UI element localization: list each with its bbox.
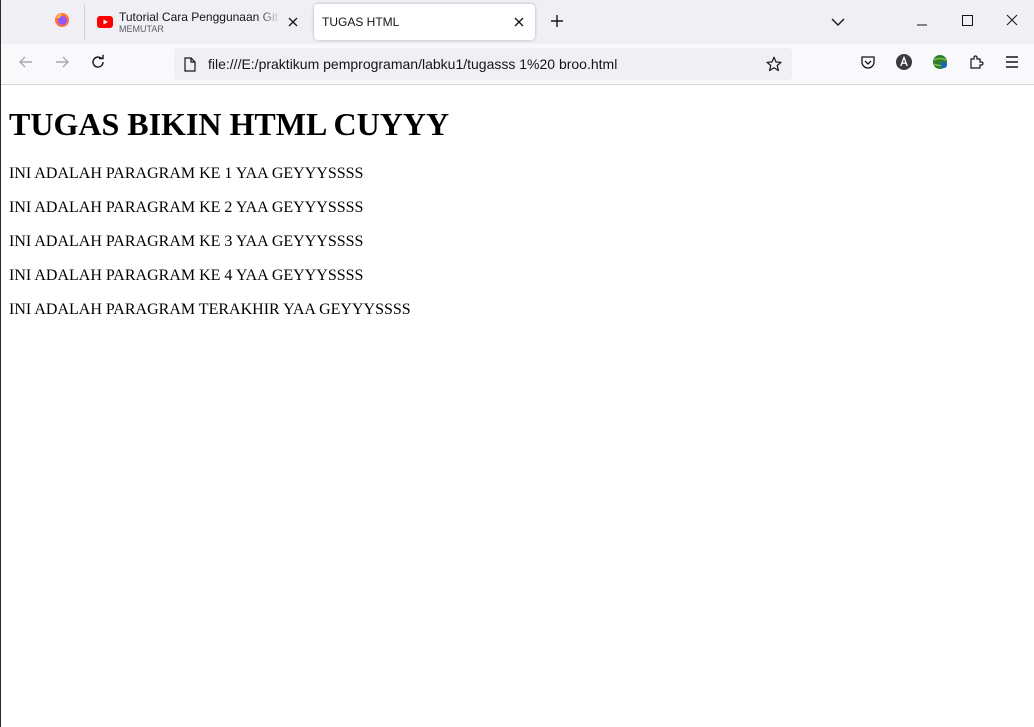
list-all-tabs-button[interactable]	[827, 12, 849, 32]
page-icon[interactable]	[182, 56, 198, 72]
reload-button[interactable]	[84, 50, 112, 78]
arrow-left-icon	[18, 54, 34, 75]
arrow-right-icon	[54, 54, 70, 75]
firefox-icon	[54, 12, 70, 33]
navigation-toolbar	[1, 44, 1034, 85]
minimize-button[interactable]	[899, 0, 945, 44]
forward-button[interactable]	[48, 50, 76, 78]
reload-icon	[90, 54, 106, 75]
maximize-icon	[961, 13, 973, 31]
app-menu-button[interactable]	[998, 50, 1026, 78]
close-icon[interactable]	[511, 14, 527, 30]
chevron-down-icon	[831, 13, 845, 31]
url-input[interactable]	[208, 56, 760, 72]
tab-tugas-html[interactable]: TUGAS HTML	[314, 4, 535, 40]
window-close-button[interactable]	[989, 0, 1034, 44]
tab-title: TUGAS HTML	[322, 15, 400, 29]
paragraph: INI ADALAH PARAGRAM KE 4 YAA GEYYYSSSS	[9, 267, 364, 284]
paragraph: INI ADALAH PARAGRAM KE 2 YAA GEYYYSSSS	[9, 199, 364, 216]
page-heading: TUGAS BIKIN HTML CUYYY	[9, 106, 450, 142]
puzzle-icon	[968, 54, 984, 75]
extension-button[interactable]	[926, 50, 954, 78]
paragraph: INI ADALAH PARAGRAM KE 1 YAA GEYYYSSSS	[9, 165, 364, 182]
pocket-button[interactable]	[854, 50, 882, 78]
account-avatar-icon	[895, 53, 913, 76]
hamburger-menu-icon	[1005, 55, 1019, 73]
firefox-view-button[interactable]	[41, 6, 83, 38]
new-tab-button[interactable]	[545, 10, 569, 34]
pocket-icon	[860, 54, 876, 75]
youtube-icon	[97, 14, 113, 30]
account-button[interactable]	[890, 50, 918, 78]
maximize-button[interactable]	[944, 0, 990, 44]
tab-separator	[84, 4, 85, 40]
close-icon	[1006, 13, 1018, 31]
page-content: TUGAS BIKIN HTML CUYYY INI ADALAH PARAGR…	[1, 85, 1034, 727]
tab-youtube[interactable]: Tutorial Cara Penggunaan Git V MEMUTAR	[89, 4, 309, 40]
globe-extension-icon	[931, 53, 949, 76]
minimize-icon	[916, 13, 928, 31]
address-bar[interactable]	[174, 48, 792, 80]
tab-strip: Tutorial Cara Penggunaan Git V MEMUTAR T…	[1, 0, 1034, 44]
bookmark-star-icon[interactable]	[760, 50, 788, 78]
extensions-button[interactable]	[962, 50, 990, 78]
plus-icon	[550, 11, 564, 34]
paragraph: INI ADALAH PARAGRAM TERAKHIR YAA GEYYYSS…	[9, 301, 411, 318]
close-icon[interactable]	[285, 14, 301, 30]
back-button[interactable]	[12, 50, 40, 78]
tab-title: Tutorial Cara Penggunaan Git V	[119, 9, 281, 24]
paragraph: INI ADALAH PARAGRAM KE 3 YAA GEYYYSSSS	[9, 233, 364, 250]
tab-playing-label: MEMUTAR	[119, 23, 164, 34]
